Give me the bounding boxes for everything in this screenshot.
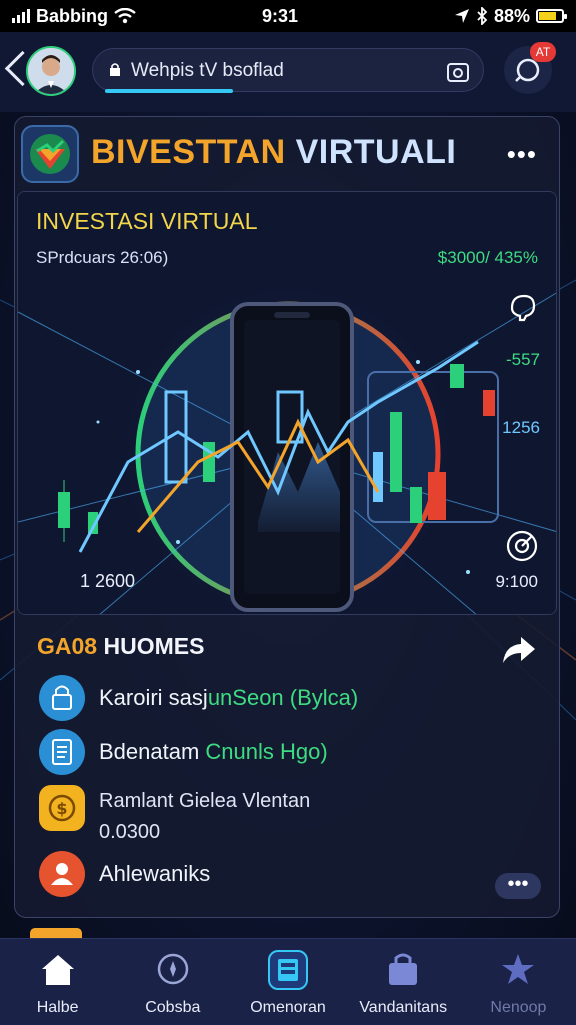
bag-icon <box>389 953 418 985</box>
avatar[interactable] <box>26 46 76 96</box>
star-icon <box>502 954 535 984</box>
address-text: Wehpis tV bsoflad <box>131 60 284 81</box>
signal-icon <box>12 9 30 23</box>
section-title: GA08 HUOMES <box>37 633 205 659</box>
nav-tab-wallet[interactable]: Omenoran <box>230 939 345 1025</box>
nav-tab-bag[interactable]: Vandanitans <box>346 939 461 1025</box>
nav-tab-search[interactable]: Cobsba <box>115 939 230 1025</box>
item-label-highlight: unSeon (Bylca) <box>207 685 359 710</box>
share-icon[interactable] <box>501 633 537 665</box>
bottom-nav: Halbe Cobsba Omenoran Vandanitans Nenoop <box>0 938 576 1025</box>
item-label-highlight: Cnunls Hgo) <box>205 739 328 764</box>
main-card: BIVESTTAN VIRTUALI ••• INVESTASI VIRTUAL… <box>14 116 560 918</box>
carrier-name: Babbing <box>36 5 108 26</box>
app-title: BIVESTTAN VIRTUALI <box>91 133 457 171</box>
nav-label: Cobsba <box>145 999 201 1016</box>
item-label: Bdenatam <box>99 739 206 764</box>
partial-item-indicator <box>30 928 82 938</box>
list-item[interactable]: Karoiri sasjunSeon (Bylca) <box>39 675 358 721</box>
loading-progress <box>105 89 233 93</box>
browser-header: Wehpis tV bsoflad AT <box>0 32 576 112</box>
coin-icon: $ <box>39 785 85 831</box>
nav-tab-favorites[interactable]: Nenoop <box>461 939 576 1025</box>
wallet-icon <box>268 950 308 990</box>
battery-percent: 88% <box>493 5 530 26</box>
nav-label: Nenoop <box>490 999 547 1016</box>
more-button[interactable]: ••• <box>495 873 541 899</box>
target-icon[interactable] <box>504 528 540 564</box>
lock-icon <box>39 675 85 721</box>
hero-bottom-right: 9:100 <box>495 572 538 591</box>
location-icon <box>454 9 469 23</box>
document-icon <box>39 729 85 775</box>
list-item[interactable]: Ahlewaniks <box>39 851 210 897</box>
notification-button[interactable]: AT <box>504 42 556 94</box>
value-blue: 1256 <box>502 418 540 437</box>
lock-icon <box>110 63 120 76</box>
item-label: Ramlant Gielea Vlentan <box>99 790 311 812</box>
status-bar: Babbing 9:31 88% <box>0 0 576 32</box>
app-logo-icon <box>21 125 79 183</box>
nav-label: Vandanitans <box>359 999 448 1016</box>
hero-bottom-left: 1 2600 <box>80 571 136 591</box>
hero-subtitle: SPrdcuars 26:06) <box>36 248 169 267</box>
nav-tab-home[interactable]: Halbe <box>0 939 115 1025</box>
piggy-bank-icon[interactable] <box>504 288 540 324</box>
person-icon <box>39 851 85 897</box>
home-icon <box>41 955 74 985</box>
nav-label: Omenoran <box>250 999 326 1016</box>
hero-banner: INVESTASI VIRTUAL SPrdcuars 26:06) $3000… <box>17 191 557 615</box>
nav-label: Halbe <box>36 999 79 1016</box>
notification-badge: AT <box>530 42 556 62</box>
svg-text:$: $ <box>56 799 67 818</box>
search-icon <box>157 953 189 985</box>
item-label: Karoiri sasj <box>99 685 208 710</box>
item-label: Ahlewaniks <box>99 861 211 886</box>
more-menu-button[interactable]: ••• <box>507 139 537 170</box>
wifi-icon <box>114 8 136 24</box>
hero-title: INVESTASI VIRTUAL <box>36 208 258 234</box>
list-item[interactable]: Bdenatam Cnunls Hgo) <box>39 729 328 775</box>
item-value: 0.0300 <box>99 821 161 843</box>
address-bar[interactable]: Wehpis tV bsoflad <box>92 48 484 93</box>
hero-percent: $3000/ 435% <box>437 248 538 267</box>
bluetooth-icon <box>477 7 488 25</box>
battery-icon <box>536 9 567 23</box>
clock: 9:31 <box>262 5 299 26</box>
list-item[interactable]: $ Ramlant Gielea Vlentan 0.0300 <box>39 785 310 847</box>
camera-icon[interactable] <box>445 58 471 84</box>
value-green: -557 <box>505 350 540 369</box>
